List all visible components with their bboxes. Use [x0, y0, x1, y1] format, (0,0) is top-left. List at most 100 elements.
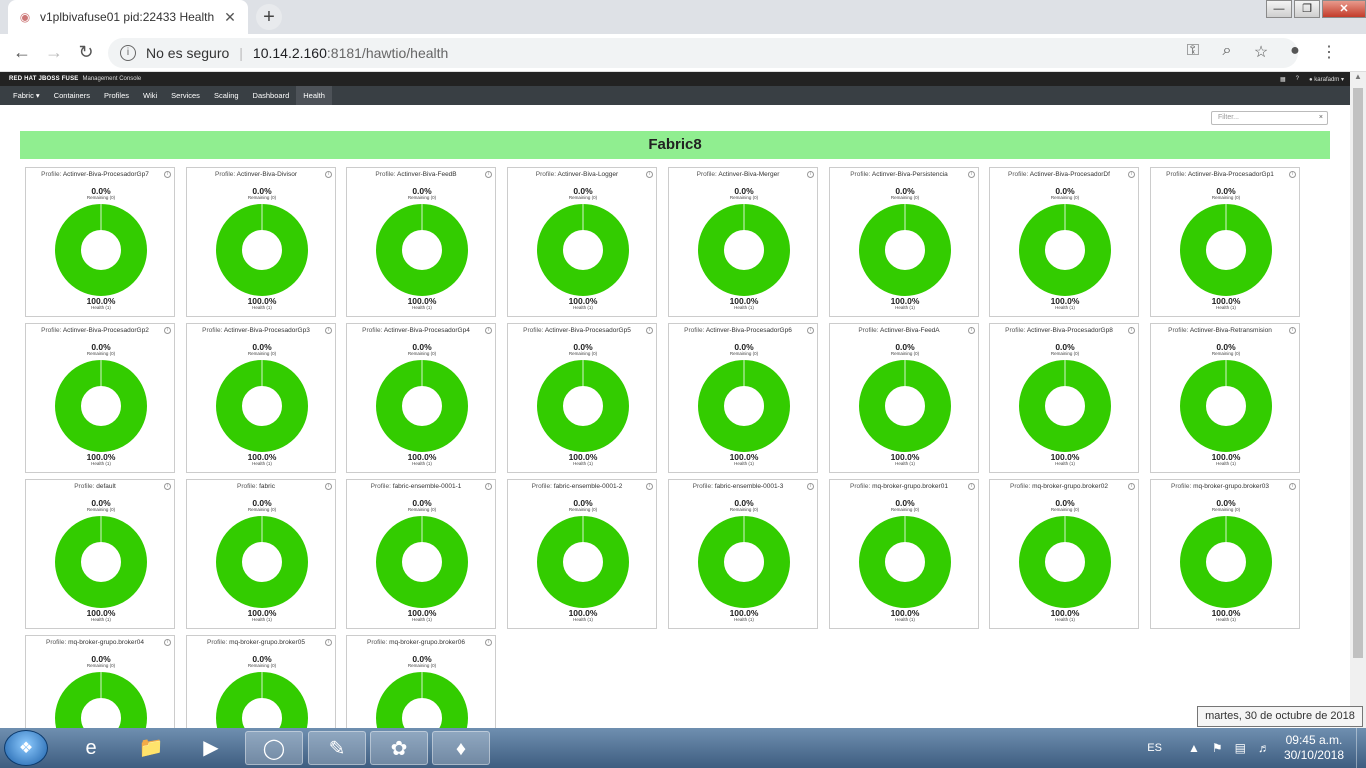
info-icon[interactable]: i	[646, 483, 653, 490]
profile-health-card[interactable]: Profile: mq-broker-grupo.broker04 i 0.0% Re…	[25, 635, 175, 728]
profile-health-card[interactable]: Profile: Actinver-Biva-ProcesadorGp1 i 0.0…	[1150, 167, 1300, 317]
profile-name[interactable]: Actinver-Biva-ProcesadorGp1	[1188, 171, 1274, 178]
profile-name[interactable]: Actinver-Biva-Retransmision	[1190, 327, 1272, 334]
profile-name[interactable]: fabric-ensemble-0001-1	[393, 483, 462, 490]
info-icon[interactable]: i	[164, 327, 171, 334]
profile-name[interactable]: mq-broker-grupo.broker06	[389, 639, 465, 646]
vertical-scrollbar[interactable]: ▲ ▼	[1350, 72, 1366, 728]
profile-health-card[interactable]: Profile: Actinver-Biva-ProcesadorDf i 0.0%…	[989, 167, 1139, 317]
browser-tab[interactable]: ◉ v1plbivafuse01 pid:22433 Health ✕	[8, 0, 248, 34]
profile-health-card[interactable]: Profile: Actinver-Biva-ProcesadorGp4 i 0.0…	[346, 323, 496, 473]
profile-name[interactable]: Actinver-Biva-Persistencia	[872, 171, 948, 178]
profile-health-card[interactable]: Profile: fabric-ensemble-0001-2 i 0.0% Rema…	[507, 479, 657, 629]
chrome-icon[interactable]: ◯	[245, 731, 303, 765]
menu-kebab-icon[interactable]: ⋮	[1312, 42, 1346, 62]
profile-health-card[interactable]: Profile: Actinver-Biva-ProcesadorGp7 i 0.0…	[25, 167, 175, 317]
info-icon[interactable]: i	[1128, 483, 1135, 490]
notepad-plus-icon[interactable]: ✎	[308, 731, 366, 765]
address-bar[interactable]: i No es seguro | 10.14.2.160:8181/hawtio…	[108, 38, 1298, 68]
network-icon[interactable]: ▤	[1235, 741, 1246, 755]
profile-name[interactable]: fabric-ensemble-0001-3	[715, 483, 784, 490]
info-icon[interactable]: i	[164, 483, 171, 490]
profile-name[interactable]: Actinver-Biva-FeedA	[880, 327, 940, 334]
info-icon[interactable]: i	[646, 171, 653, 178]
info-icon[interactable]: i	[968, 327, 975, 334]
money-app-icon[interactable]: ♦	[432, 731, 490, 765]
language-indicator[interactable]: ES	[1147, 742, 1162, 754]
media-player-icon[interactable]: ▶	[182, 731, 240, 765]
profile-name[interactable]: Actinver-Biva-ProcesadorGp8	[1027, 327, 1113, 334]
nav-item-fabric[interactable]: Fabric ▾	[6, 86, 47, 105]
profile-health-card[interactable]: Profile: Actinver-Biva-ProcesadorGp6 i 0.0…	[668, 323, 818, 473]
profile-health-card[interactable]: Profile: Actinver-Biva-ProcesadorGp5 i 0.0…	[507, 323, 657, 473]
info-icon[interactable]: i	[485, 327, 492, 334]
profile-name[interactable]: fabric	[259, 483, 275, 490]
info-icon[interactable]: i	[1128, 171, 1135, 178]
profile-health-card[interactable]: Profile: Actinver-Biva-Persistencia i 0.0%…	[829, 167, 979, 317]
profile-health-card[interactable]: Profile: mq-broker-grupo.broker03 i 0.0% Re…	[1150, 479, 1300, 629]
profile-health-card[interactable]: Profile: mq-broker-grupo.broker05 i 0.0% Re…	[186, 635, 336, 728]
info-icon[interactable]: i	[325, 639, 332, 646]
profile-name[interactable]: Actinver-Biva-ProcesadorGp7	[63, 171, 149, 178]
profile-name[interactable]: Actinver-Biva-ProcesadorGp2	[63, 327, 149, 334]
clear-filter-icon[interactable]: ×	[1319, 112, 1323, 124]
profile-name[interactable]: Actinver-Biva-ProcesadorGp4	[384, 327, 470, 334]
zoom-icon[interactable]: ⌕	[1210, 42, 1244, 62]
info-icon[interactable]: i	[807, 327, 814, 334]
minimize-button[interactable]: —	[1266, 0, 1292, 18]
taskbar-clock[interactable]: 09:45 a.m. 30/10/2018	[1284, 733, 1344, 763]
info-icon[interactable]: i	[1128, 327, 1135, 334]
info-icon[interactable]: i	[325, 171, 332, 178]
nav-item-containers[interactable]: Containers	[47, 86, 97, 105]
profile-health-card[interactable]: Profile: Actinver-Biva-ProcesadorGp8 i 0.0…	[989, 323, 1139, 473]
info-icon[interactable]: i	[485, 639, 492, 646]
profile-name[interactable]: mq-broker-grupo.broker01	[872, 483, 948, 490]
key-icon[interactable]: ⚿	[1176, 42, 1210, 62]
info-icon[interactable]: i	[325, 327, 332, 334]
profile-health-card[interactable]: Profile: Actinver-Biva-FeedB i 0.0% Remaini…	[346, 167, 496, 317]
profile-health-card[interactable]: Profile: mq-broker-grupo.broker02 i 0.0% Re…	[989, 479, 1139, 629]
new-tab-button[interactable]: +	[256, 4, 282, 30]
profile-name[interactable]: Actinver-Biva-Merger	[718, 171, 779, 178]
profile-health-card[interactable]: Profile: Actinver-Biva-FeedA i 0.0% Remaini…	[829, 323, 979, 473]
info-icon[interactable]: i	[646, 327, 653, 334]
info-icon[interactable]: i	[968, 171, 975, 178]
user-menu[interactable]: ● karafadm ▾	[1309, 76, 1344, 83]
info-icon[interactable]: i	[120, 45, 136, 61]
nav-item-scaling[interactable]: Scaling	[207, 86, 246, 105]
profile-health-card[interactable]: Profile: Actinver-Biva-Logger i 0.0% Remain…	[507, 167, 657, 317]
internet-explorer-icon[interactable]: e	[62, 731, 120, 765]
tab-close-icon[interactable]: ✕	[222, 9, 238, 26]
profile-name[interactable]: Actinver-Biva-FeedB	[397, 171, 457, 178]
reload-icon[interactable]: ↻	[70, 42, 102, 63]
profile-health-card[interactable]: Profile: fabric-ensemble-0001-3 i 0.0% Rema…	[668, 479, 818, 629]
profile-name[interactable]: mq-broker-grupo.broker05	[229, 639, 305, 646]
show-desktop-button[interactable]	[1356, 728, 1366, 768]
file-explorer-icon[interactable]: 📁	[122, 731, 180, 765]
profile-health-card[interactable]: Profile: mq-broker-grupo.broker06 i 0.0% Re…	[346, 635, 496, 728]
profile-name[interactable]: Actinver-Biva-ProcesadorGp3	[224, 327, 310, 334]
back-icon[interactable]: ←	[6, 42, 38, 63]
snail-app-icon[interactable]: ✿	[370, 731, 428, 765]
nav-item-services[interactable]: Services	[164, 86, 207, 105]
profile-health-card[interactable]: Profile: default i 0.0% Remaining (0) 100.0%…	[25, 479, 175, 629]
profile-name[interactable]: Actinver-Biva-Divisor	[237, 171, 297, 178]
info-icon[interactable]: i	[164, 171, 171, 178]
profile-health-card[interactable]: Profile: Actinver-Biva-Merger i 0.0% Remain…	[668, 167, 818, 317]
profile-name[interactable]: fabric-ensemble-0001-2	[554, 483, 623, 490]
info-icon[interactable]: i	[968, 483, 975, 490]
info-icon[interactable]: i	[485, 171, 492, 178]
forward-icon[interactable]: →	[38, 42, 70, 63]
monitor-icon[interactable]: ▦	[1280, 76, 1286, 83]
profile-name[interactable]: mq-broker-grupo.broker02	[1032, 483, 1108, 490]
profile-health-card[interactable]: Profile: Actinver-Biva-Retransmision i 0.0…	[1150, 323, 1300, 473]
scroll-thumb[interactable]	[1353, 88, 1363, 658]
profile-name[interactable]: default	[96, 483, 116, 490]
info-icon[interactable]: i	[1289, 483, 1296, 490]
window-close-button[interactable]: ✕	[1322, 0, 1366, 18]
filter-input[interactable]: Filter... ×	[1211, 111, 1328, 125]
info-icon[interactable]: i	[485, 483, 492, 490]
info-icon[interactable]: i	[325, 483, 332, 490]
maximize-button[interactable]: ❐	[1294, 0, 1320, 18]
info-icon[interactable]: i	[1289, 171, 1296, 178]
